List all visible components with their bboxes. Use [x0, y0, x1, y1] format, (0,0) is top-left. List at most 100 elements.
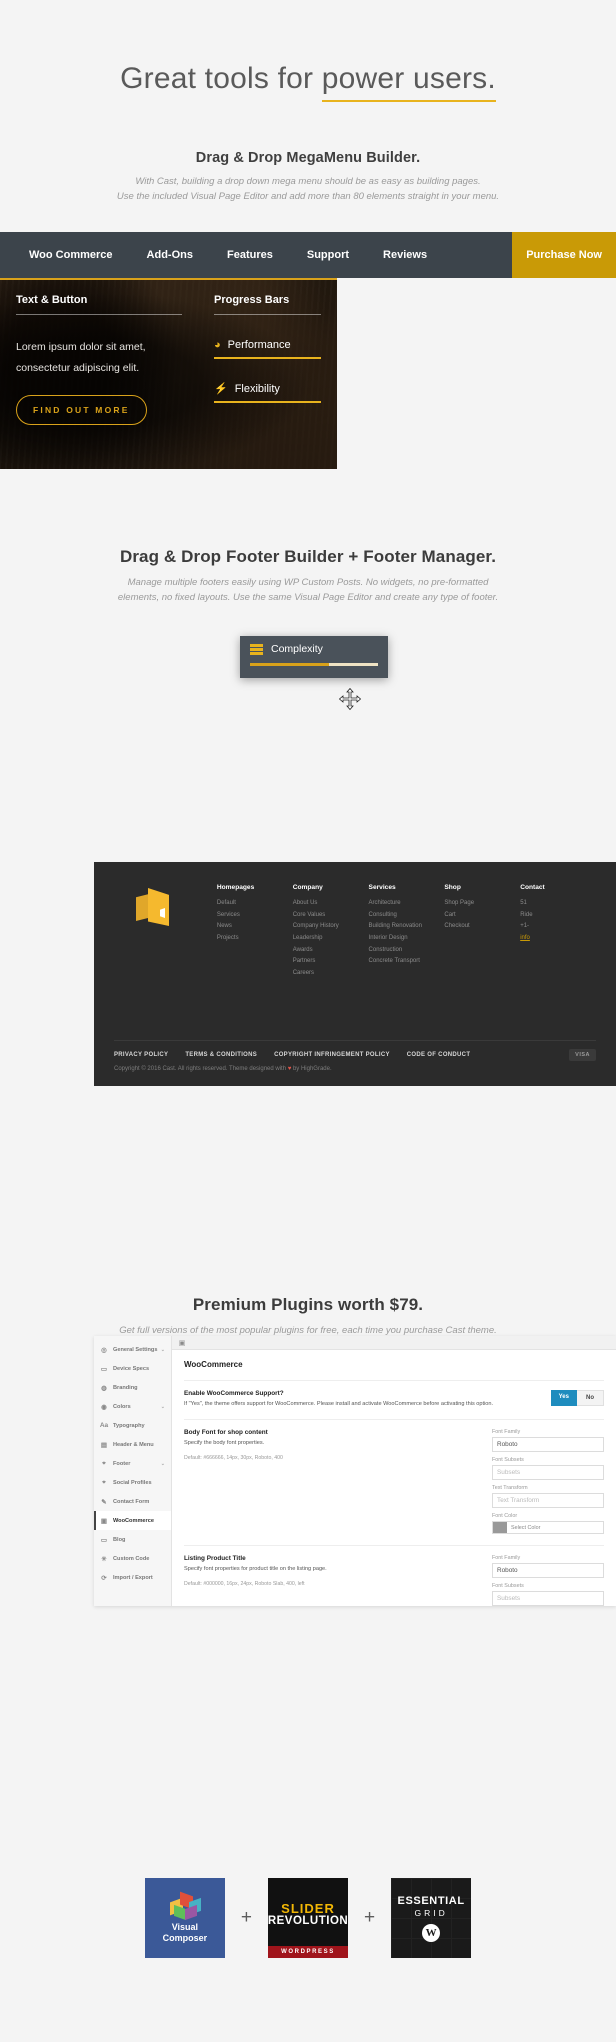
footer-legal-link[interactable]: CODE OF CONDUCT	[407, 1052, 471, 1058]
footer-link[interactable]: Services	[217, 910, 287, 922]
footer-column-title: Contact	[520, 884, 545, 891]
setting-label: Enable WooCommerce Support?	[184, 1390, 284, 1397]
sidebar-item-label: Import / Export	[113, 1574, 153, 1581]
footer-link[interactable]: Architecture	[369, 898, 439, 910]
text-transform-input[interactable]: Text Transform	[492, 1493, 604, 1509]
plugin-essential-grid[interactable]: ESSENTIAL GRID W	[391, 1878, 472, 1958]
footer-email-link[interactable]: info	[520, 933, 590, 945]
dragged-element-fill	[250, 663, 330, 667]
footer-link[interactable]: Default	[217, 898, 287, 910]
footer-link[interactable]: Core Values	[293, 910, 363, 922]
footer-link[interactable]: Company History	[293, 921, 363, 933]
footer-link[interactable]: Cart	[444, 910, 514, 922]
color-swatch	[493, 1522, 507, 1534]
footer-bottom-bar: PRIVACY POLICY TERMS & CONDITIONS COPYRI…	[114, 1040, 596, 1072]
sidebar-item-social-profiles[interactable]: ⌖ Social Profiles	[94, 1473, 171, 1492]
toggle-no-option[interactable]: No	[577, 1390, 604, 1406]
slider-revolution-line2: REVOLUTION	[268, 1915, 348, 1928]
nav-item-add-ons[interactable]: Add-Ons	[130, 232, 210, 278]
setting-label: Body Font for shop content	[184, 1429, 268, 1437]
font-subsets-input[interactable]: Subsets	[492, 1591, 604, 1606]
sidebar-item-woocommerce[interactable]: ▣ WooCommerce	[94, 1511, 171, 1530]
visual-composer-line1: Visual	[171, 1921, 199, 1932]
sidebar-item-label: Branding	[113, 1384, 138, 1391]
setting-row-listing-product-title: Listing Product Title Specify font prope…	[184, 1545, 604, 1606]
progress-bar-performance-name: Performance	[227, 339, 291, 352]
pencil-icon: ✎	[101, 1498, 107, 1506]
font-color-picker[interactable]: Select Color	[492, 1521, 604, 1535]
footer-link[interactable]: Construction	[369, 945, 439, 957]
footer-link[interactable]: Building Renovation	[369, 921, 439, 933]
footer-link[interactable]: Leadership	[293, 933, 363, 945]
setting-description: If "Yes", the theme offers support for W…	[184, 1401, 494, 1407]
sidebar-item-colors[interactable]: ◉ Colors ⌄	[94, 1397, 171, 1416]
font-subsets-input[interactable]: Subsets	[492, 1465, 604, 1481]
sidebar-item-device-specs[interactable]: ▭ Device Specs	[94, 1359, 171, 1378]
drag-handle-icon[interactable]	[250, 644, 263, 655]
sidebar-item-import-export[interactable]: ⟳ Import / Export	[94, 1568, 171, 1587]
chevron-down-icon[interactable]: ⌄	[161, 1404, 165, 1410]
footer-link[interactable]: Shop Page	[444, 898, 514, 910]
plus-separator-icon: +	[364, 1907, 376, 1928]
dragged-element-card[interactable]: Complexity	[240, 636, 388, 679]
footer-link: 51	[520, 900, 527, 906]
slider-revolution-logo: SLIDER REVOLUTION	[268, 1878, 348, 1946]
footer-link[interactable]: Partners	[293, 956, 363, 968]
footer-column-title: Homepages	[216, 884, 255, 891]
footer-link[interactable]: Interior Design	[369, 933, 439, 945]
bolt-icon: ⚡	[214, 382, 228, 395]
footer-legal-link[interactable]: TERMS & CONDITIONS	[185, 1052, 257, 1058]
footer-link[interactable]: Careers	[293, 968, 363, 980]
sidebar-item-custom-code[interactable]: ✳ Custom Code	[94, 1549, 171, 1568]
purchase-now-button[interactable]: Purchase Now	[512, 232, 616, 279]
nav-item-support[interactable]: Support	[290, 232, 366, 278]
sidebar-item-general-settings[interactable]: ◎ General Settings ⌄	[94, 1340, 171, 1359]
footer-legal-link[interactable]: COPYRIGHT INFRINGEMENT POLICY	[274, 1052, 390, 1058]
footer-link[interactable]: Checkout	[444, 921, 514, 933]
nav-item-reviews[interactable]: Reviews	[366, 232, 444, 278]
sidebar-item-header-menu[interactable]: ▤ Header & Menu	[94, 1435, 171, 1454]
sidebar-item-typography[interactable]: Aa Typography	[94, 1416, 171, 1435]
find-out-more-button[interactable]: FIND OUT MORE	[16, 395, 147, 426]
footer-legal-links: PRIVACY POLICY TERMS & CONDITIONS COPYRI…	[114, 1052, 596, 1058]
enable-woocommerce-toggle[interactable]: Yes No	[550, 1390, 604, 1406]
progress-bar-performance: ◕ Performance	[214, 339, 321, 360]
progress-bar-flexibility-label: ⚡ Flexibility	[214, 383, 321, 395]
footer-link[interactable]: News	[217, 921, 287, 933]
refresh-icon: ⟳	[101, 1574, 107, 1582]
setting-default: Default: #000000, 16px, 24px, Roboto Sla…	[184, 1580, 305, 1587]
plugin-visual-composer[interactable]: Visual Composer	[144, 1878, 225, 1958]
slider-revolution-wordpress-label: WORDPRESS	[268, 1946, 348, 1958]
chevron-down-icon[interactable]: ⌄	[161, 1461, 165, 1467]
chevron-down-icon[interactable]: ⌄	[161, 1347, 165, 1353]
font-family-input[interactable]: Roboto	[492, 1437, 604, 1453]
progress-bar-performance-fill	[214, 357, 321, 360]
footer-link[interactable]: Awards	[293, 945, 363, 957]
toggle-yes-option[interactable]: Yes	[550, 1390, 577, 1406]
sidebar-item-blog[interactable]: ▭ Blog	[94, 1530, 171, 1549]
footer-copyright: Copyright © 2016 Cast. All rights reserv…	[114, 1066, 596, 1072]
dragged-element-label: Complexity	[271, 643, 323, 656]
footer-link[interactable]: Concrete Transport	[369, 956, 439, 968]
footer-link[interactable]: About Us	[293, 898, 363, 910]
footer-column-title: Shop	[444, 884, 461, 891]
footer-copyright-pre: Copyright © 2016 Cast. All rights reserv…	[114, 1066, 288, 1072]
nav-item-features[interactable]: Features	[210, 232, 290, 278]
panel-heading: WooCommerce	[184, 1360, 243, 1369]
visual-composer-label: Visual Composer	[163, 1922, 208, 1945]
footer-column-services: Services Architecture Consulting Buildin…	[369, 884, 445, 980]
sidebar-item-footer[interactable]: ⌖ Footer ⌄	[94, 1454, 171, 1473]
progress-bar-performance-label: ◕ Performance	[214, 339, 321, 351]
sidebar-item-contact-form[interactable]: ✎ Contact Form	[94, 1492, 171, 1511]
eye-icon: ◉	[101, 1403, 107, 1411]
footer-link[interactable]: Consulting	[369, 910, 439, 922]
plugin-slider-revolution[interactable]: SLIDER REVOLUTION WORDPRESS	[268, 1878, 348, 1958]
sidebar-item-branding[interactable]: ◍ Branding	[94, 1378, 171, 1397]
footer-link[interactable]: Projects	[217, 933, 287, 945]
font-family-input[interactable]: Roboto	[492, 1563, 604, 1579]
megamenu-columns: Text & Button Lorem ipsum dolor sit amet…	[0, 280, 337, 426]
field-label-font-subsets: Font Subsets	[492, 1457, 524, 1464]
footer-legal-link[interactable]: PRIVACY POLICY	[114, 1052, 168, 1058]
grid-pattern-icon	[391, 1878, 472, 1958]
nav-item-woo-commerce[interactable]: Woo Commerce	[12, 232, 130, 278]
